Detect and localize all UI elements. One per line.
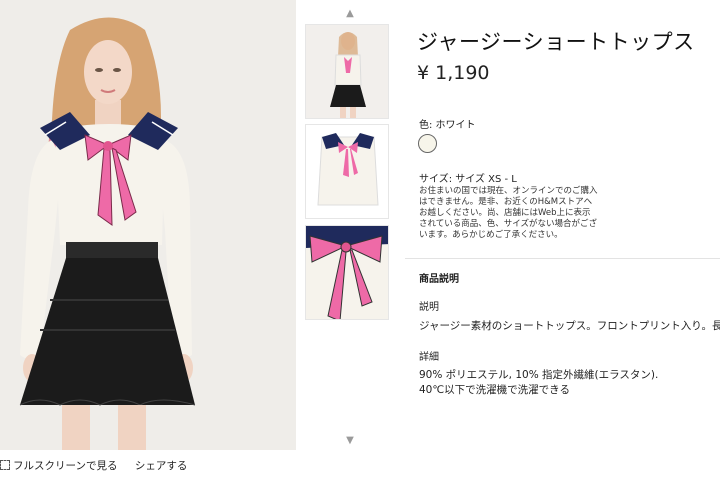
- color-label: 色: ホワイト: [419, 120, 476, 131]
- model-photo: [0, 0, 296, 450]
- fullscreen-button[interactable]: フルスクリーンで見る: [0, 460, 121, 472]
- thumbnail-front-top-image: [306, 125, 388, 218]
- description-text: ジャージー素材のショートトップス。フロントプリント入り。長袖: [419, 320, 720, 332]
- thumbnail-full-body[interactable]: [305, 24, 389, 119]
- thumbnail-bow-detail-image: [306, 226, 388, 319]
- color-swatch-white[interactable]: [418, 134, 437, 153]
- thumbnail-front-top[interactable]: [305, 124, 389, 219]
- share-button[interactable]: シェアする: [135, 460, 188, 472]
- thumbnail-scroll-up-icon[interactable]: ▲: [342, 9, 358, 19]
- fullscreen-label: フルスクリーンで見る: [13, 460, 118, 472]
- details-line: 40℃以下で洗濯機で洗濯できる: [419, 384, 570, 396]
- fullscreen-icon: [0, 460, 10, 470]
- availability-notice: お住まいの国では現在、オンラインでのご購入はできません。是非、お近くのH&Mスト…: [419, 186, 598, 240]
- thumbnail-bow-detail[interactable]: [305, 225, 389, 320]
- share-label: シェアする: [134, 460, 188, 472]
- details-line: 90% ポリエステル, 10% 指定外繊維(エラスタン).: [419, 369, 659, 381]
- divider: [405, 258, 720, 259]
- details-section-heading: 商品説明: [419, 274, 459, 285]
- description-heading: 説明: [419, 302, 439, 313]
- thumbnail-scroll-down-icon[interactable]: ▼: [342, 436, 358, 446]
- details-heading: 詳細: [419, 352, 439, 363]
- size-label: サイズ: サイズ XS - L: [419, 174, 517, 185]
- thumbnail-full-body-image: [306, 25, 388, 118]
- main-product-image[interactable]: [0, 0, 296, 450]
- image-actions-bar: フルスクリーンで見る シェアする: [0, 458, 187, 476]
- product-title: ジャージーショートトップス: [417, 30, 695, 54]
- product-price: ¥ 1,190: [417, 62, 490, 84]
